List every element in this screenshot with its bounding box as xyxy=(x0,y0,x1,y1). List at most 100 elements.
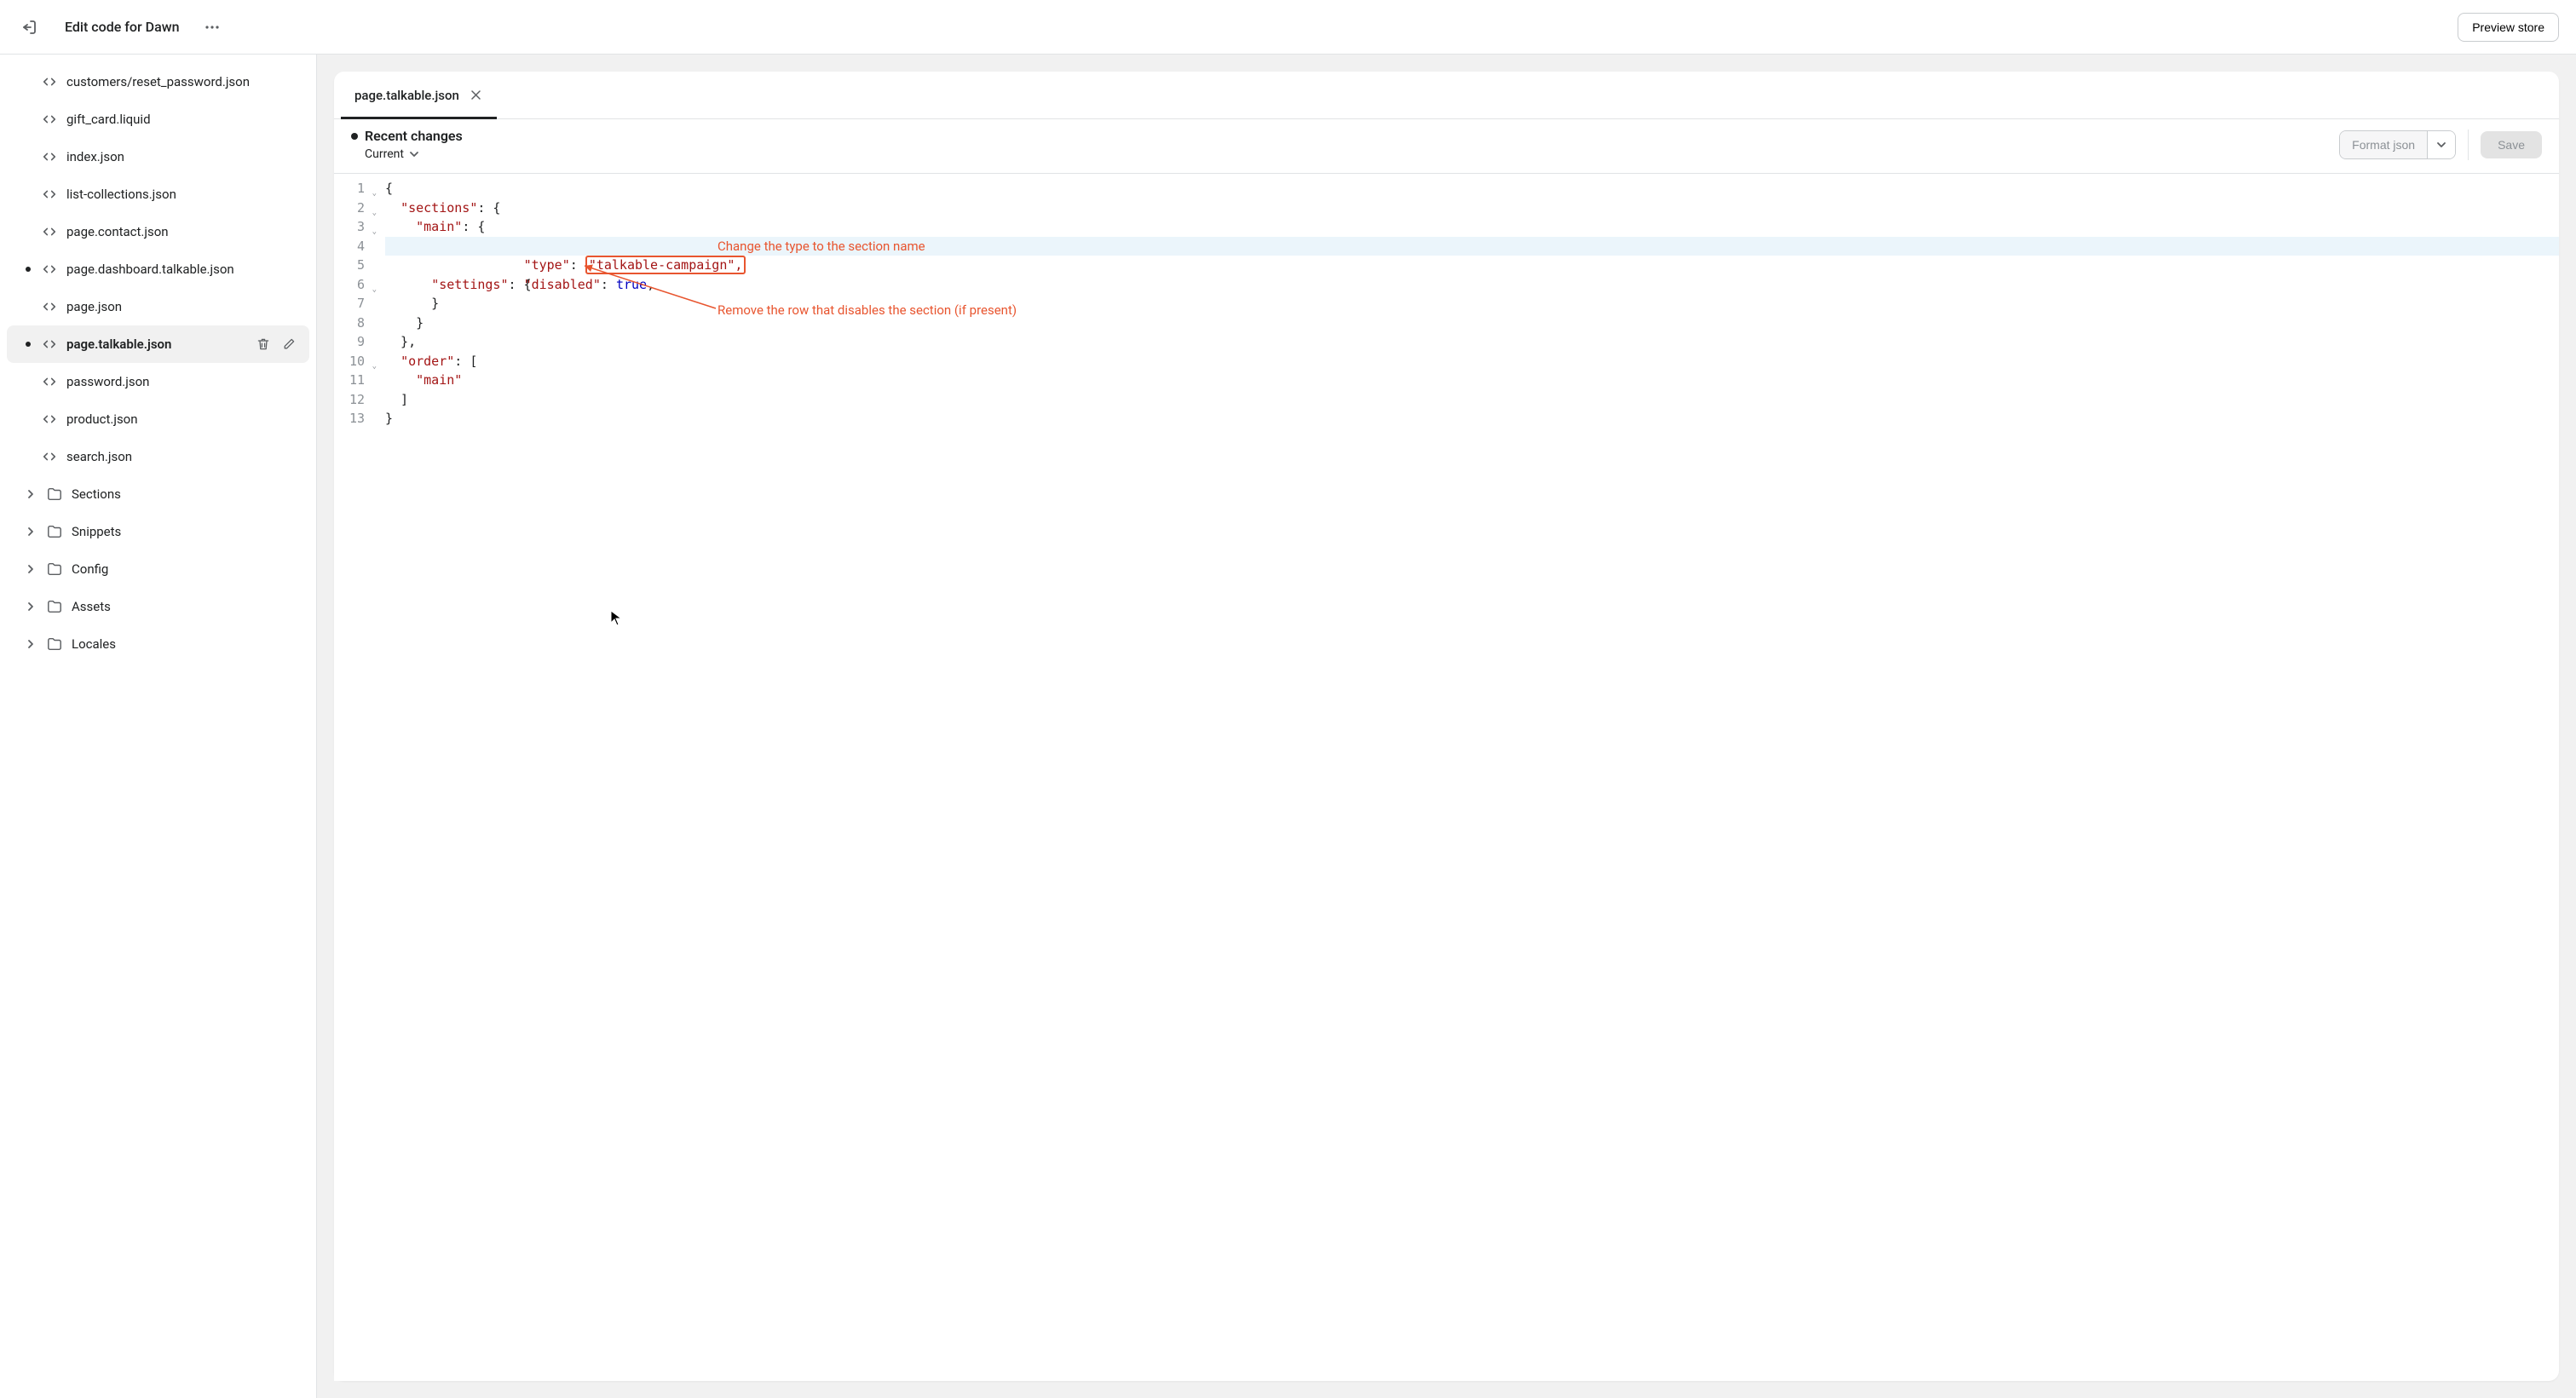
file-label: page.json xyxy=(66,299,299,314)
sidebar-file-item[interactable]: page.dashboard.talkable.json xyxy=(7,250,309,288)
version-select[interactable]: Current xyxy=(365,147,463,161)
chevron-right-icon xyxy=(24,487,37,501)
chevron-right-icon xyxy=(24,562,37,576)
recent-changes-title: Recent changes xyxy=(365,128,463,144)
line-number: 6⌄ xyxy=(334,275,368,295)
editor-panel: page.talkable.json Recent changes Curren… xyxy=(317,55,2576,1398)
page-title: Edit code for Dawn xyxy=(65,19,180,35)
close-icon xyxy=(471,90,481,100)
code-line: { xyxy=(385,179,2559,198)
code-icon xyxy=(41,148,58,165)
line-number: 13 xyxy=(334,409,368,429)
sidebar-file-item[interactable]: password.json xyxy=(7,363,309,400)
toolbar-divider xyxy=(2468,129,2469,160)
sidebar-file-item[interactable]: page.talkable.json xyxy=(7,325,309,363)
code-line: } xyxy=(385,294,2559,314)
folder-icon xyxy=(46,598,63,615)
code-icon xyxy=(41,411,58,428)
code-editor[interactable]: 1⌄2⌄3⌄456⌄78910⌄111213 { "sections": { "… xyxy=(334,174,2559,1381)
file-label: page.contact.json xyxy=(66,224,299,239)
code-line: "disabled": true, Remove the row that di… xyxy=(385,256,2559,275)
folder-icon xyxy=(46,523,63,540)
file-label: list-collections.json xyxy=(66,187,299,202)
topbar-left: Edit code for Dawn xyxy=(17,15,2458,39)
folder-label: Assets xyxy=(72,599,299,614)
code-line: "order": [ xyxy=(385,352,2559,371)
sidebar-file-item[interactable]: list-collections.json xyxy=(7,175,309,213)
recent-title-row: Recent changes xyxy=(351,128,463,144)
folder-label: Locales xyxy=(72,636,299,652)
folder-label: Config xyxy=(72,561,299,577)
sidebar-file-item[interactable]: page.contact.json xyxy=(7,213,309,250)
line-number: 9 xyxy=(334,332,368,352)
sidebar-file-item[interactable]: search.json xyxy=(7,438,309,475)
topbar: Edit code for Dawn Preview store xyxy=(0,0,2576,55)
sidebar-folder-item[interactable]: Sections xyxy=(7,475,309,513)
more-horizontal-icon xyxy=(205,20,220,35)
folder-label: Snippets xyxy=(72,524,299,539)
chevron-right-icon xyxy=(24,525,37,538)
tab-close-button[interactable] xyxy=(470,89,483,102)
format-dropdown-button[interactable] xyxy=(2427,131,2455,158)
sidebar-file-item[interactable]: customers/reset_password.json xyxy=(7,63,309,101)
chevron-down-icon xyxy=(409,149,419,159)
code-line: "main" xyxy=(385,371,2559,390)
version-label: Current xyxy=(365,147,404,161)
code-line: } xyxy=(385,314,2559,333)
format-button-group: Format json xyxy=(2339,130,2456,159)
unsaved-dot-icon xyxy=(351,133,358,140)
modified-dot-icon xyxy=(26,267,31,272)
sidebar-file-item[interactable]: page.json xyxy=(7,288,309,325)
format-json-button[interactable]: Format json xyxy=(2340,131,2427,158)
code-line-highlighted: "type": "talkable-campaign", Change the … xyxy=(385,237,2559,256)
annotation-type: Change the type to the section name xyxy=(717,237,925,256)
chevron-right-icon xyxy=(24,637,37,651)
preview-store-button[interactable]: Preview store xyxy=(2458,13,2559,42)
sidebar-file-item[interactable]: gift_card.liquid xyxy=(7,101,309,138)
sidebar-file-item[interactable]: product.json xyxy=(7,400,309,438)
sidebar-folder-item[interactable]: Config xyxy=(7,550,309,588)
tab-page-talkable[interactable]: page.talkable.json xyxy=(341,72,497,118)
code-icon xyxy=(41,336,58,353)
sidebar[interactable]: customers/reset_password.json gift_card.l… xyxy=(0,55,317,1398)
code-icon xyxy=(41,261,58,278)
line-number: 7 xyxy=(334,294,368,314)
more-button[interactable] xyxy=(200,15,224,39)
editor-toolbar: Recent changes Current Format json xyxy=(334,119,2559,174)
recent-changes-block: Recent changes Current xyxy=(351,128,463,161)
file-list: customers/reset_password.json gift_card.l… xyxy=(0,63,316,475)
line-number: 1⌄ xyxy=(334,179,368,198)
line-number: 11 xyxy=(334,371,368,390)
main: customers/reset_password.json gift_card.l… xyxy=(0,55,2576,1398)
code-content[interactable]: { "sections": { "main": { "type": "talka… xyxy=(372,174,2559,1381)
file-label: product.json xyxy=(66,411,299,427)
back-button[interactable] xyxy=(17,15,41,39)
toolbar-right: Format json Save xyxy=(2339,129,2542,160)
sidebar-folder-item[interactable]: Snippets xyxy=(7,513,309,550)
code-icon xyxy=(41,223,58,240)
chevron-right-icon xyxy=(24,600,37,613)
sidebar-file-item[interactable]: index.json xyxy=(7,138,309,175)
rename-file-button[interactable] xyxy=(279,334,299,354)
tabs-row: page.talkable.json xyxy=(334,72,2559,119)
save-button[interactable]: Save xyxy=(2481,131,2542,158)
folder-icon xyxy=(46,561,63,578)
folder-list: Sections Snippets Config Assets Locales xyxy=(0,475,316,663)
folder-label: Sections xyxy=(72,486,299,502)
file-label: page.dashboard.talkable.json xyxy=(66,262,299,277)
folder-icon xyxy=(46,486,63,503)
sidebar-folder-item[interactable]: Locales xyxy=(7,625,309,663)
file-label: customers/reset_password.json xyxy=(66,74,299,89)
code-icon xyxy=(41,73,58,90)
file-label: search.json xyxy=(66,449,299,464)
modified-dot-icon xyxy=(26,342,31,347)
file-label: index.json xyxy=(66,149,299,164)
editor-card: page.talkable.json Recent changes Curren… xyxy=(334,72,2559,1381)
delete-file-button[interactable] xyxy=(253,334,274,354)
code-icon xyxy=(41,186,58,203)
line-number: 4 xyxy=(334,237,368,256)
tab-label: page.talkable.json xyxy=(354,88,459,103)
sidebar-folder-item[interactable]: Assets xyxy=(7,588,309,625)
code-icon xyxy=(41,448,58,465)
cursor-icon xyxy=(610,610,622,627)
